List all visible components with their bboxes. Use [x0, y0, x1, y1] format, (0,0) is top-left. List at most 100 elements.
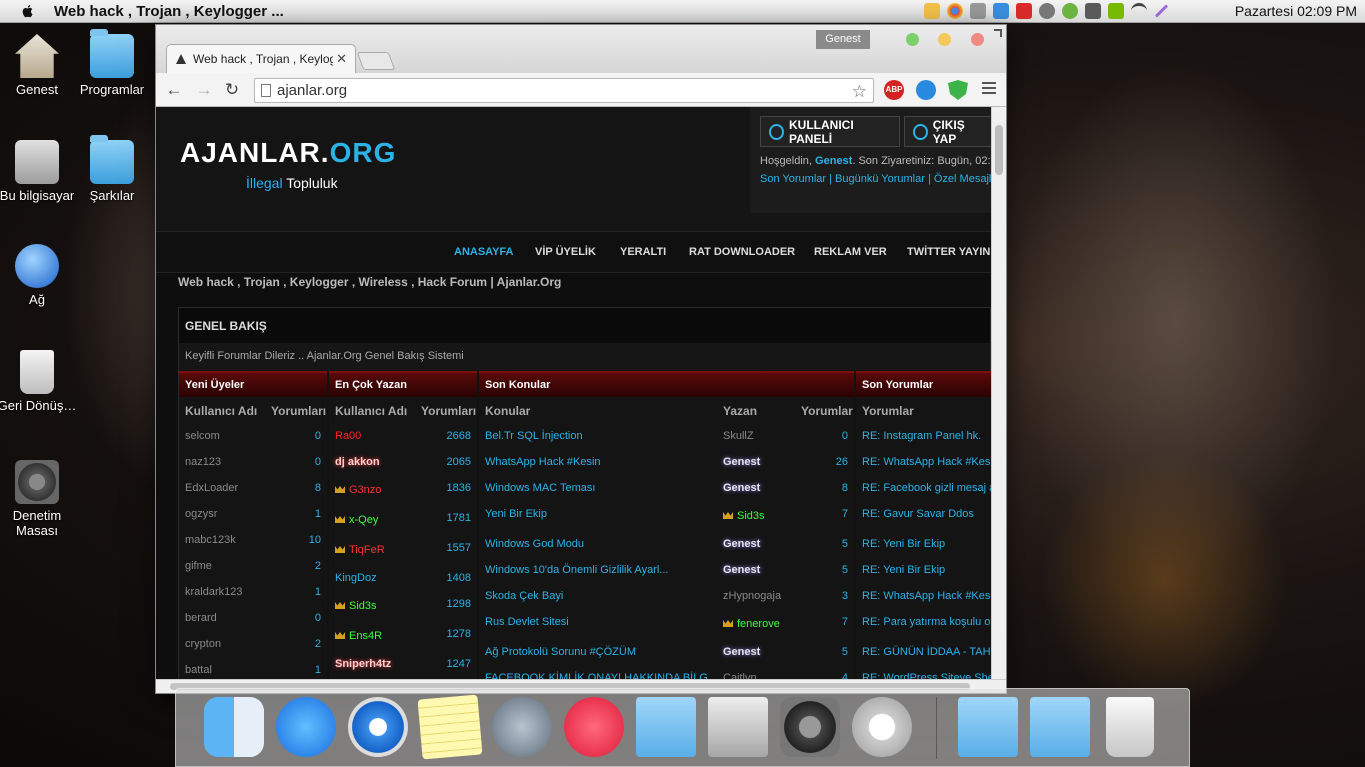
member-name-link[interactable]: crypton: [185, 638, 221, 650]
nvidia-tray-icon[interactable]: [1108, 3, 1124, 19]
comment-count[interactable]: 1408: [447, 572, 471, 584]
author-link[interactable]: Sid3s: [723, 510, 765, 522]
comment-count[interactable]: 10: [309, 534, 321, 546]
chrome-tray-icon[interactable]: [947, 3, 963, 19]
comment-count[interactable]: 5: [842, 538, 848, 550]
poster-name-link[interactable]: TiqFeR: [335, 544, 385, 556]
bookmark-star-icon[interactable]: ☆: [852, 80, 867, 103]
system-preferences-dock-icon[interactable]: [780, 697, 840, 757]
back-arrow-icon[interactable]: ←: [164, 80, 184, 100]
acrobat-tray-icon[interactable]: [1016, 3, 1032, 19]
comment-count[interactable]: 1: [315, 508, 321, 520]
apple-menu-icon[interactable]: [20, 3, 36, 19]
comment-count[interactable]: 1: [315, 664, 321, 676]
reply-link[interactable]: RE: GÜNÜN İDDAA - TAHMİ: [862, 646, 991, 658]
comment-count[interactable]: 0: [315, 612, 321, 624]
menu-clock[interactable]: Pazartesi 02:09 PM: [1235, 3, 1357, 19]
pen-tray-icon[interactable]: [1154, 4, 1169, 18]
forward-arrow-icon[interactable]: →: [194, 80, 214, 100]
comment-count[interactable]: 1247: [447, 658, 471, 670]
poster-name-link[interactable]: Ens4R: [335, 630, 382, 642]
nav-item-twitter[interactable]: TWİTTER YAYIN: [907, 246, 990, 258]
nav-item-underground[interactable]: YERALTI: [620, 246, 666, 258]
mail-tray-icon[interactable]: [970, 3, 986, 19]
desktop-icon-network[interactable]: Ağ: [0, 244, 77, 307]
resize-corner-icon[interactable]: [994, 29, 1002, 37]
comment-count[interactable]: 7: [842, 508, 848, 520]
documents-folder-dock-icon[interactable]: [1030, 697, 1090, 757]
comment-count[interactable]: 3: [842, 590, 848, 602]
user-panel-button[interactable]: KULLANICI PANELİ: [760, 116, 900, 147]
safari-dock-icon[interactable]: [348, 697, 408, 757]
member-name-link[interactable]: ogzysr: [185, 508, 217, 520]
author-link[interactable]: zHypnogaja: [723, 590, 781, 602]
site-logo[interactable]: AJANLAR.ORG: [180, 137, 396, 169]
vertical-scrollbar[interactable]: [991, 107, 1006, 681]
desktop-icon-songs[interactable]: Şarkılar: [72, 135, 152, 203]
logout-button[interactable]: ÇIKIŞ YAP: [904, 116, 991, 147]
arrow-tray-icon[interactable]: [993, 3, 1009, 19]
new-tab-button[interactable]: [356, 52, 396, 70]
utorrent-tray-icon[interactable]: [1062, 3, 1078, 19]
desktop-icon-control-panel[interactable]: Denetim Masası: [0, 460, 77, 538]
topic-link[interactable]: Windows God Modu: [485, 538, 584, 550]
topic-link[interactable]: Skoda Çek Bayi: [485, 590, 563, 602]
comment-count[interactable]: 5: [842, 646, 848, 658]
author-link[interactable]: SkullZ: [723, 430, 754, 442]
scroll-thumb[interactable]: [995, 125, 1003, 175]
wifi-tray-icon[interactable]: [1131, 3, 1147, 19]
user-links[interactable]: Son Yorumlar | Bugünkü Yorumlar | Özel M…: [760, 173, 991, 185]
trash-dock-icon[interactable]: [1106, 697, 1154, 757]
poster-name-link[interactable]: Ra00: [335, 430, 361, 442]
member-name-link[interactable]: gifme: [185, 560, 212, 572]
notes-dock-icon[interactable]: [417, 694, 483, 760]
shield-extension-icon[interactable]: [948, 80, 968, 100]
poster-name-link[interactable]: dj akkon: [335, 456, 380, 468]
comment-count[interactable]: 5: [842, 564, 848, 576]
poster-name-link[interactable]: x-Qey: [335, 514, 378, 526]
nav-item-rat-downloader[interactable]: RAT DOWNLOADER: [689, 246, 795, 258]
reload-icon[interactable]: ↻: [222, 80, 242, 100]
member-name-link[interactable]: mabc123k: [185, 534, 236, 546]
reply-link[interactable]: RE: WhatsApp Hack #Kesin: [862, 590, 991, 602]
window-close-button[interactable]: [971, 33, 984, 46]
desktop-icon-home[interactable]: Genest: [0, 34, 77, 97]
desktop-icon-programs[interactable]: Programlar: [72, 29, 152, 97]
nav-item-vip[interactable]: VİP ÜYELİK: [535, 246, 596, 258]
app-store-dock-icon[interactable]: [276, 697, 336, 757]
member-name-link[interactable]: naz123: [185, 456, 221, 468]
poster-name-link[interactable]: Sniperh4tz: [335, 658, 391, 670]
author-link[interactable]: Genest: [723, 564, 760, 576]
comment-count[interactable]: 1298: [447, 598, 471, 610]
reply-link[interactable]: RE: Instagram Panel hk.: [862, 430, 981, 442]
topic-link[interactable]: Yeni Bir Ekip: [485, 508, 547, 520]
address-bar[interactable]: ajanlar.org ☆: [254, 78, 874, 103]
browser-menu-icon[interactable]: [982, 82, 996, 97]
comment-count[interactable]: 2065: [447, 456, 471, 468]
topic-link[interactable]: Windows MAC Teması: [485, 482, 595, 494]
music-dock-icon[interactable]: [564, 697, 624, 757]
adblock-extension-icon[interactable]: ABP: [884, 80, 904, 100]
desktop-icon-trash[interactable]: Geri Dönüş…: [0, 350, 77, 413]
reply-link[interactable]: RE: WhatsApp Hack #Kesin: [862, 456, 991, 468]
library-folder-dock-icon[interactable]: [636, 697, 696, 757]
browser-tab-active[interactable]: Web hack , Trojan , Keylog ✕: [166, 44, 356, 73]
member-name-link[interactable]: selcom: [185, 430, 220, 442]
welcome-user-link[interactable]: Genest: [815, 155, 852, 167]
topic-link[interactable]: Ağ Protokolü Sorunu #ÇÖZÜM: [485, 646, 636, 658]
power-dock-icon[interactable]: [852, 697, 912, 757]
comment-count[interactable]: 26: [836, 456, 848, 468]
member-name-link[interactable]: kraldark123: [185, 586, 242, 598]
comment-count[interactable]: 1781: [447, 512, 471, 524]
reply-link[interactable]: RE: Yeni Bir Ekip: [862, 564, 945, 576]
comment-count[interactable]: 8: [842, 482, 848, 494]
battery-tray-icon[interactable]: [1085, 3, 1101, 19]
topic-link[interactable]: WhatsApp Hack #Kesin: [485, 456, 601, 468]
comment-count[interactable]: 1557: [447, 542, 471, 554]
reply-link[interactable]: RE: Yeni Bir Ekip: [862, 538, 945, 550]
poster-name-link[interactable]: G3nzo: [335, 484, 381, 496]
window-minimize-button[interactable]: [906, 33, 919, 46]
reply-link[interactable]: RE: Para yatırma koşulu ol: [862, 616, 991, 628]
topic-link[interactable]: Rus Devlet Sitesi: [485, 616, 569, 628]
topic-link[interactable]: Bel.Tr SQL İnjection: [485, 430, 583, 442]
